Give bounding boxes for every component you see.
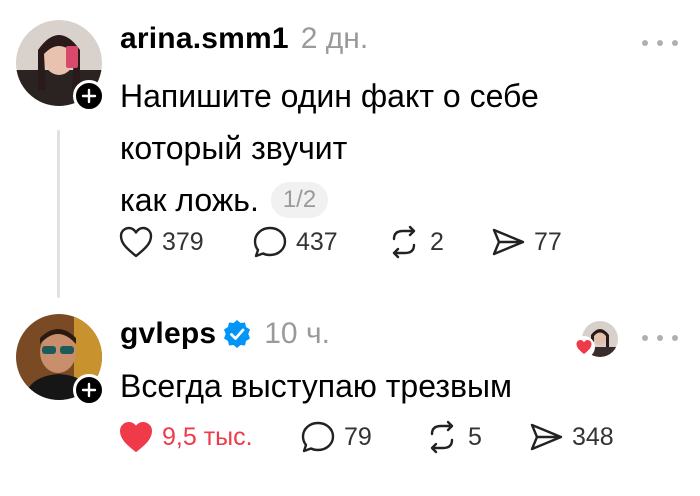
comment-button[interactable]: 79 <box>300 420 372 454</box>
comment-button[interactable]: 437 <box>252 225 338 259</box>
thread-post: arina.smm1 2 дн. Напишите один факт о се… <box>0 0 700 300</box>
follow-button[interactable] <box>73 80 105 112</box>
heart-icon <box>120 422 152 452</box>
heart-icon <box>119 226 153 258</box>
repost-button[interactable]: 5 <box>424 420 482 454</box>
post-text-line: как ложь. 1/2 <box>120 174 539 226</box>
liked-by-heart-icon <box>573 336 595 358</box>
reposts-count: 5 <box>468 422 482 451</box>
like-button[interactable]: 379 <box>118 225 204 259</box>
username[interactable]: arina.smm1 <box>120 22 289 56</box>
reposts-count: 2 <box>430 227 444 256</box>
share-button[interactable]: 77 <box>490 225 562 259</box>
repost-icon <box>430 420 454 454</box>
post-header: arina.smm1 2 дн. <box>120 22 368 56</box>
more-icon[interactable] <box>642 331 678 345</box>
likes-count: 9,5 тыс. <box>162 422 253 451</box>
post-text: Напишите один факт о себе который звучит… <box>120 70 539 226</box>
repost-button[interactable]: 2 <box>386 225 444 259</box>
thread-post: gvleps 10 ч. Всегда выступаю трезвым 9,5… <box>0 300 700 496</box>
verified-icon <box>224 320 251 348</box>
like-button[interactable]: 9,5 тыс. <box>118 420 253 454</box>
username[interactable]: gvleps <box>120 317 216 351</box>
shares-count: 348 <box>572 422 614 451</box>
comments-count: 79 <box>344 422 372 451</box>
likes-count: 379 <box>162 227 204 256</box>
comments-count: 437 <box>296 227 338 256</box>
thread-line <box>57 130 60 298</box>
post-time: 2 дн. <box>300 22 369 55</box>
post-time: 10 ч. <box>264 317 330 350</box>
follow-button[interactable] <box>73 374 105 406</box>
shares-count: 77 <box>534 227 562 256</box>
page-indicator: 1/2 <box>270 181 329 218</box>
comment-icon <box>253 226 287 258</box>
share-button[interactable]: 348 <box>528 420 614 454</box>
more-icon[interactable] <box>642 36 678 50</box>
post-text: Всегда выступаю трезвым <box>120 360 512 412</box>
plus-icon <box>81 88 97 104</box>
post-text-line: который звучит <box>120 130 348 166</box>
post-text-line: Всегда выступаю трезвым <box>120 368 512 404</box>
plus-icon <box>81 382 97 398</box>
repost-icon <box>392 225 416 259</box>
share-icon <box>492 228 525 256</box>
post-header: gvleps 10 ч. <box>120 317 330 351</box>
share-icon <box>530 423 563 451</box>
comment-icon <box>301 421 335 453</box>
post-text-line: Напишите один факт о себе <box>120 78 539 114</box>
